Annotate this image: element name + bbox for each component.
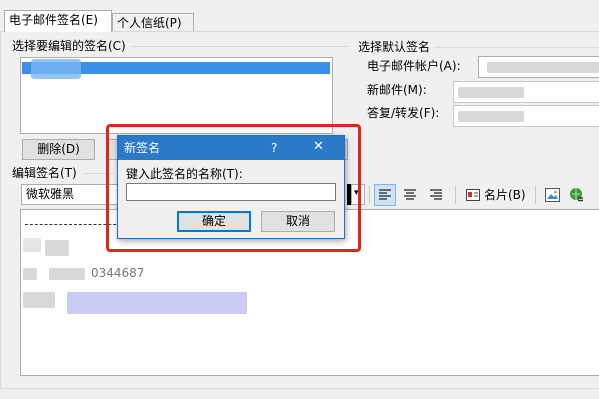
editor-email-link-redacted — [67, 292, 247, 314]
new-message-label: 新邮件(M): — [367, 83, 427, 97]
align-right-button[interactable] — [425, 184, 447, 206]
picture-icon — [544, 188, 560, 202]
editor-line-2b-redacted — [49, 268, 85, 280]
signature-list[interactable] — [20, 57, 333, 134]
reply-forward-redacted — [458, 111, 524, 122]
toolbar-separator — [535, 186, 536, 204]
highlight-box — [106, 124, 361, 252]
insert-hyperlink-button[interactable] — [566, 184, 588, 206]
business-card-label: 名片(B) — [484, 188, 526, 202]
delete-button[interactable]: 删除(D) — [22, 139, 95, 160]
toolbar-separator — [455, 186, 456, 204]
editor-line-1-redacted — [23, 238, 41, 252]
new-message-select[interactable] — [453, 81, 599, 103]
align-center-icon — [404, 189, 416, 200]
business-card-button[interactable]: 名片(B) — [462, 184, 530, 206]
default-signature-divider — [434, 47, 599, 48]
signature-name-redacted — [31, 59, 81, 79]
editor-line-1b-redacted — [45, 240, 69, 256]
email-account-select[interactable] — [478, 56, 599, 78]
email-account-label: 电子邮件帐户(A): — [367, 59, 461, 73]
align-left-icon — [379, 189, 391, 200]
align-right-icon — [430, 189, 442, 200]
email-account-redacted — [487, 62, 599, 73]
business-card-icon — [466, 189, 480, 201]
default-signature-heading: 选择默认签名 — [358, 40, 431, 54]
editor-phone-text: 0344687 — [91, 266, 145, 280]
align-center-button[interactable] — [399, 184, 421, 206]
tab-personal-stationery[interactable]: 个人信纸(P) — [112, 13, 194, 32]
tab-email-signature[interactable]: 电子邮件签名(E) — [4, 10, 112, 32]
hyperlink-icon — [570, 188, 583, 202]
insert-picture-button[interactable] — [541, 184, 563, 206]
edit-signature-label: 编辑签名(T) — [12, 166, 77, 180]
editor-line-2-redacted — [23, 268, 37, 280]
delete-button-label: 删除(D) — [37, 142, 80, 156]
align-left-button[interactable] — [374, 184, 396, 206]
editor-line-3-redacted — [23, 292, 55, 308]
tab-email-signature-label: 电子邮件签名(E) — [9, 13, 98, 27]
new-message-redacted — [458, 87, 524, 98]
font-name-value: 微软雅黑 — [26, 187, 75, 201]
select-signature-label: 选择要编辑的签名(C) — [12, 39, 126, 53]
toolbar-separator — [369, 186, 370, 204]
reply-forward-select[interactable] — [453, 105, 599, 127]
reply-forward-label: 答复/转发(F): — [367, 106, 440, 120]
tab-personal-stationery-label: 个人信纸(P) — [117, 16, 182, 30]
select-signature-divider — [130, 46, 348, 47]
